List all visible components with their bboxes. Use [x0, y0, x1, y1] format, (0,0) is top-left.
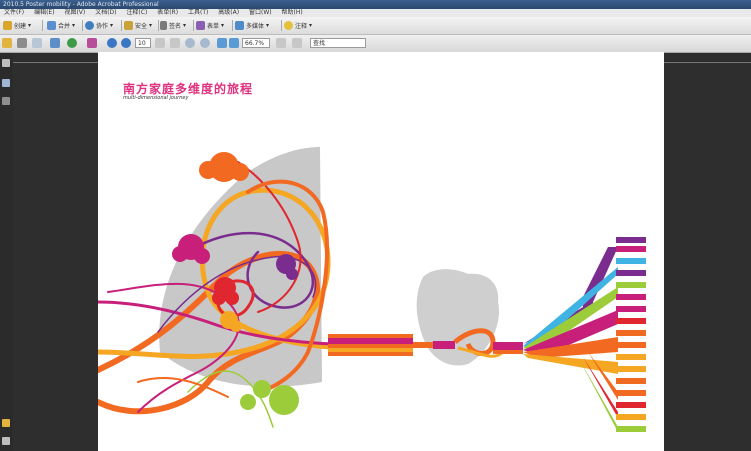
secure-icon	[124, 21, 133, 30]
menu-file[interactable]: 文件(F)	[0, 9, 28, 17]
create-icon	[3, 21, 12, 30]
navigation-toolbar: 10 66.7% 查找	[0, 35, 751, 53]
window-title: 2010.5 Poster mobility - Adobe Acrobat P…	[3, 1, 159, 8]
hand-tool-icon[interactable]	[155, 38, 165, 48]
menu-edit[interactable]: 编辑(E)	[30, 9, 58, 17]
create-button[interactable]: 创建 ▾	[3, 20, 31, 31]
combine-label: 合并	[58, 23, 71, 30]
fit-page-icon[interactable]	[276, 38, 286, 48]
sign-label: 签名	[169, 23, 182, 30]
journey-map-graphic	[98, 147, 646, 432]
forms-button[interactable]: 表单 ▾	[196, 20, 224, 31]
multimedia-label: 多媒体	[246, 23, 265, 30]
email-icon[interactable]	[32, 38, 42, 48]
sign-button[interactable]: 签名 ▾	[160, 20, 186, 31]
secure-label: 安全	[135, 23, 148, 30]
comments-panel-icon[interactable]	[2, 437, 10, 445]
forms-icon	[196, 21, 205, 30]
menu-window[interactable]: 窗口(W)	[245, 9, 276, 17]
menu-help[interactable]: 帮助(H)	[278, 9, 307, 17]
save-icon[interactable]	[67, 38, 77, 48]
menu-document[interactable]: 文档(D)	[91, 9, 120, 17]
menu-tools[interactable]: 工具(T)	[184, 9, 212, 17]
menu-forms[interactable]: 表单(R)	[153, 9, 182, 17]
zoom-in-icon[interactable]	[185, 38, 195, 48]
tool-icon[interactable]	[87, 38, 97, 48]
navigation-panel	[0, 53, 13, 451]
menu-comments[interactable]: 注释(C)	[122, 9, 151, 17]
menu-bar: 文件(F) 编辑(E) 视图(V) 文档(D) 注释(C) 表单(R) 工具(T…	[0, 9, 751, 17]
zoom-out-icon[interactable]	[200, 38, 210, 48]
collaborate-button[interactable]: 协作 ▾	[85, 20, 113, 31]
fit-width-icon[interactable]	[292, 38, 302, 48]
pages-panel-icon[interactable]	[2, 59, 10, 67]
search-icon[interactable]	[50, 38, 60, 48]
window-title-bar: 2010.5 Poster mobility - Adobe Acrobat P…	[0, 0, 751, 9]
create-label: 创建	[14, 23, 27, 30]
sign-icon	[160, 21, 167, 30]
menu-view[interactable]: 视图(V)	[60, 9, 89, 17]
print-icon[interactable]	[17, 38, 27, 48]
task-toolbar: 创建 ▾ 合并 ▾ 协作 ▾ 安全 ▾ 签名 ▾ 表单 ▾ 多媒体 ▾ 注释 ▾	[0, 17, 751, 35]
open-icon[interactable]	[2, 38, 12, 48]
select-tool-icon[interactable]	[170, 38, 180, 48]
secure-button[interactable]: 安全 ▾	[124, 20, 152, 31]
forms-label: 表单	[207, 23, 220, 30]
collaborate-label: 协作	[96, 23, 109, 30]
plus-icon[interactable]	[229, 38, 239, 48]
combine-button[interactable]: 合并 ▾	[47, 20, 75, 31]
signatures-panel-icon[interactable]	[2, 97, 10, 105]
menu-advanced[interactable]: 高级(A)	[214, 9, 243, 17]
attachments-panel-icon[interactable]	[2, 419, 10, 427]
multimedia-button[interactable]: 多媒体 ▾	[235, 20, 269, 31]
bookmarks-panel-icon[interactable]	[2, 79, 10, 87]
document-page: 南方家庭多维度的旅程 multi-dimensional journey	[98, 52, 664, 451]
comment-icon	[284, 21, 293, 30]
collaborate-icon	[85, 21, 94, 30]
zoom-field[interactable]: 66.7%	[242, 38, 270, 48]
find-field[interactable]: 查找	[310, 38, 366, 48]
combine-icon	[47, 21, 56, 30]
page-number-field[interactable]: 10	[135, 38, 151, 48]
bubble-top-orange	[199, 152, 249, 182]
multimedia-icon	[235, 21, 244, 30]
comment-label: 注释	[295, 23, 308, 30]
next-page-icon[interactable]	[121, 38, 131, 48]
flow-fanout	[523, 247, 618, 432]
prev-page-icon[interactable]	[107, 38, 117, 48]
comment-button[interactable]: 注释 ▾	[284, 20, 312, 31]
minus-icon[interactable]	[217, 38, 227, 48]
legend-boxes	[616, 237, 646, 432]
